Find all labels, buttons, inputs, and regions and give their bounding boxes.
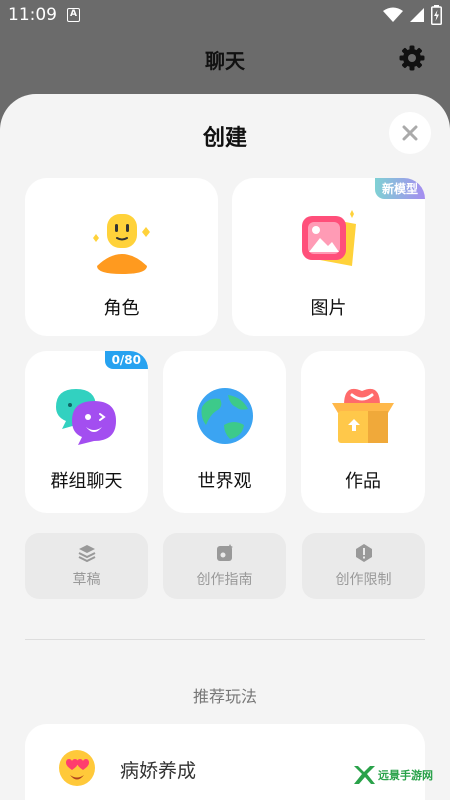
globe-icon bbox=[196, 388, 253, 444]
wifi-icon bbox=[383, 7, 403, 22]
drafts-label: 草稿 bbox=[72, 572, 101, 588]
recommend-item[interactable]: 病娇养成 bbox=[25, 724, 425, 800]
sheet-title: 创建 bbox=[202, 126, 247, 151]
picture-icon bbox=[301, 210, 356, 266]
creation-limits-button[interactable]: 创作限制 bbox=[302, 533, 425, 599]
image-card[interactable]: 新模型 图片 bbox=[232, 178, 425, 336]
group-chat-card[interactable]: 0/80 群组聊天 bbox=[25, 351, 148, 513]
new-model-badge: 新模型 bbox=[374, 178, 425, 199]
app-header: 聊天 bbox=[0, 32, 450, 90]
signal-icon bbox=[410, 8, 424, 22]
close-icon bbox=[402, 125, 418, 141]
character-card[interactable]: 角色 bbox=[25, 178, 218, 336]
works-card[interactable]: 作品 bbox=[301, 351, 425, 513]
guide-icon bbox=[216, 544, 233, 561]
layers-icon bbox=[78, 545, 95, 563]
image-label: 图片 bbox=[310, 298, 347, 319]
worldview-label: 世界观 bbox=[197, 471, 252, 492]
notification-icon: A bbox=[67, 8, 80, 22]
gear-icon bbox=[399, 45, 425, 71]
settings-button[interactable] bbox=[398, 44, 426, 72]
status-time: 11:09 bbox=[8, 5, 57, 25]
works-label: 作品 bbox=[345, 471, 381, 492]
heart-eyes-emoji-icon bbox=[59, 750, 95, 786]
battery-icon bbox=[431, 5, 442, 25]
creation-guide-label: 创作指南 bbox=[196, 572, 253, 588]
divider bbox=[25, 639, 425, 640]
creation-limits-label: 创作限制 bbox=[335, 572, 392, 588]
character-icon bbox=[92, 214, 150, 274]
group-count-badge: 0/80 bbox=[104, 351, 148, 369]
creation-guide-button[interactable]: 创作指南 bbox=[163, 533, 286, 599]
watermark-logo-icon bbox=[354, 766, 375, 784]
character-label: 角色 bbox=[103, 298, 140, 319]
group-chat-label: 群组聊天 bbox=[50, 471, 123, 492]
watermark: 远景手游网 bbox=[352, 764, 433, 786]
group-chat-icon bbox=[55, 389, 116, 445]
worldview-card[interactable]: 世界观 bbox=[163, 351, 286, 513]
status-bar: 11:09 A bbox=[0, 0, 450, 32]
recommend-item-label: 病娇养成 bbox=[120, 760, 197, 782]
watermark-text: 远景手游网 bbox=[378, 769, 433, 782]
page-title: 聊天 bbox=[205, 49, 245, 73]
gift-box-icon bbox=[332, 388, 394, 443]
recommend-section-title: 推荐玩法 bbox=[192, 687, 257, 706]
status-indicators bbox=[383, 5, 442, 25]
close-button[interactable] bbox=[389, 112, 431, 154]
drafts-button[interactable]: 草稿 bbox=[25, 533, 148, 599]
alert-icon bbox=[355, 544, 372, 562]
